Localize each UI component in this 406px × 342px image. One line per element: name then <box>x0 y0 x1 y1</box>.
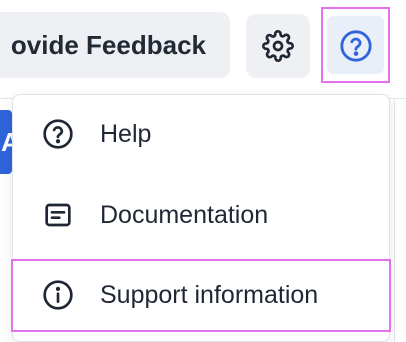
menu-item-label: Documentation <box>100 201 269 229</box>
menu-item-documentation[interactable]: Documentation <box>12 175 390 255</box>
help-button-active-bg <box>327 16 384 74</box>
background-primary-button[interactable]: A <box>0 110 12 174</box>
gear-icon <box>262 30 294 62</box>
menu-item-label: Support information <box>100 281 319 309</box>
provide-feedback-label: ovide Feedback <box>10 30 206 60</box>
help-menu-button[interactable] <box>321 7 390 83</box>
panel-divider <box>394 99 395 342</box>
info-circle-icon <box>43 280 73 310</box>
question-circle-icon <box>43 119 73 149</box>
settings-button[interactable] <box>246 14 310 78</box>
menu-item-help[interactable]: Help <box>12 94 390 174</box>
document-icon <box>45 203 71 227</box>
menu-item-support-information[interactable]: Support information <box>12 259 390 332</box>
question-circle-icon <box>340 30 372 62</box>
menu-item-label: Help <box>100 120 152 148</box>
provide-feedback-button[interactable]: ovide Feedback <box>0 12 230 78</box>
background-button-label: A <box>1 127 12 157</box>
